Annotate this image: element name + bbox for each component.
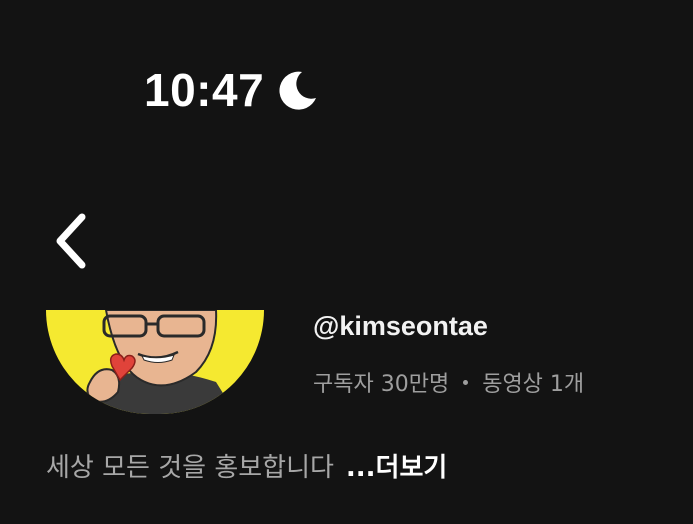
channel-handle[interactable]: @kimseontae (313, 310, 488, 342)
channel-description[interactable]: 세상 모든 것을 홍보합니다 ...더보기 (46, 452, 447, 486)
description-text: 세상 모든 것을 홍보합니다 (46, 453, 334, 483)
moon-icon (276, 68, 320, 112)
status-bar: 10:47 (144, 62, 320, 118)
video-count: 동영상 1개 (482, 372, 585, 397)
more-button[interactable]: ...더보기 (346, 453, 447, 483)
status-time: 10:47 (144, 64, 265, 116)
channel-avatar[interactable] (46, 310, 264, 414)
separator-dot (463, 379, 469, 385)
subscriber-count: 구독자 30만명 (313, 372, 450, 397)
cartoon-avatar-image (46, 310, 264, 414)
channel-stats: 구독자 30만명 동영상 1개 (313, 366, 584, 398)
back-button[interactable] (44, 210, 96, 276)
chevron-left-icon (50, 211, 90, 275)
